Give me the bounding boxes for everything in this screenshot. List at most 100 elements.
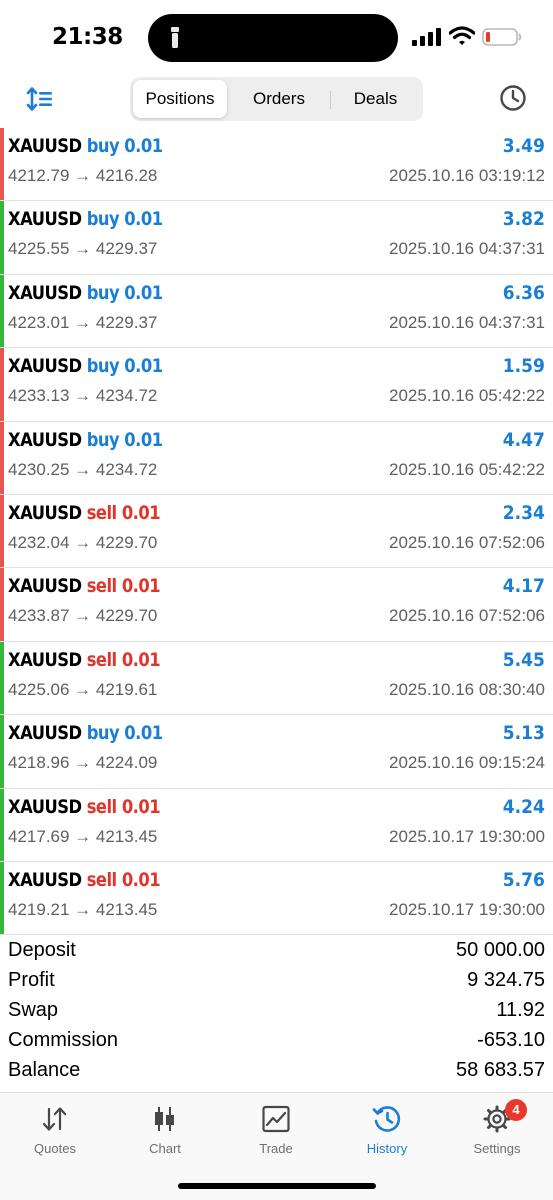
deal-row[interactable]: XAUUSD sell 0.01 4.24 4217.69 → 4213.45 202…: [0, 788, 553, 862]
dynamic-island: [148, 14, 398, 62]
deal-status-bar: [0, 201, 4, 274]
deal-volume: 0.01: [124, 722, 163, 745]
trade-chart-icon: [262, 1105, 290, 1133]
deal-time: 2025.10.17 19:30:00: [389, 899, 545, 919]
history-segmented-control: Positions Orders Deals: [130, 77, 423, 121]
deal-symbol-side: XAUUSD sell 0.01: [8, 795, 161, 818]
deal-time: 2025.10.17 19:30:00: [389, 826, 545, 846]
deal-volume: 0.01: [121, 501, 161, 524]
deal-volume: 0.01: [124, 208, 163, 231]
tab-trade-label: Trade: [259, 1141, 293, 1156]
deal-symbol-side: XAUUSD buy 0.01: [8, 722, 163, 744]
deal-status-bar: [0, 128, 4, 201]
deal-prices: 4225.06 → 4219.61: [8, 679, 158, 699]
deal-prices: 4219.21 → 4213.45: [8, 899, 158, 919]
deal-prices: 4212.79 → 4216.28: [8, 166, 158, 185]
deal-status-bar: [0, 641, 4, 715]
deal-row[interactable]: XAUUSD sell 0.01 4.17 4233.87 → 4229.70 202…: [0, 568, 553, 642]
deal-profit: 5.76: [502, 868, 545, 891]
deal-time: 2025.10.16 05:42:22: [389, 459, 545, 479]
deal-symbol-side: XAUUSD sell 0.01: [8, 648, 161, 671]
tab-quotes[interactable]: Quotes: [0, 1101, 110, 1165]
deal-profit: 4.24: [502, 795, 545, 818]
deal-side: sell: [86, 575, 117, 598]
deal-row[interactable]: XAUUSD sell 0.01 2.34 4232.04 → 4229.70 202…: [0, 494, 553, 569]
deal-profit: 4.17: [502, 575, 545, 598]
deal-prices: 4232.04 → 4229.70: [8, 532, 158, 552]
deal-symbol: XAUUSD: [8, 501, 82, 524]
deal-row[interactable]: XAUUSD buy 0.01 3.82 4225.55 → 4229.37 2025…: [0, 201, 553, 275]
summary-label: Balance: [8, 1059, 81, 1081]
status-time: 21:38: [52, 24, 123, 50]
deal-row[interactable]: XAUUSD buy 0.01 3.49 4212.79 → 4216.28 2025…: [0, 128, 553, 202]
deal-row[interactable]: XAUUSD buy 0.01 6.36 4223.01 → 4229.37 2025…: [0, 274, 553, 349]
deal-status-bar: [0, 274, 4, 348]
deal-symbol: XAUUSD: [8, 281, 82, 304]
deal-prices: 4225.55 → 4229.37: [8, 239, 158, 259]
deal-side: sell: [86, 868, 117, 891]
deal-row[interactable]: XAUUSD sell 0.01 5.76 4219.21 → 4213.45 202…: [0, 861, 553, 936]
tab-deals[interactable]: Deals: [331, 80, 420, 118]
wifi-icon: [449, 26, 475, 45]
home-indicator: [178, 1183, 376, 1189]
deal-volume: 0.01: [124, 355, 163, 378]
deal-volume: 0.01: [121, 575, 161, 598]
tab-positions[interactable]: Positions: [133, 80, 227, 118]
clock-period-icon[interactable]: [499, 84, 527, 112]
deal-profit: 2.34: [502, 501, 545, 524]
summary-value: -653.10: [477, 1029, 545, 1051]
deal-side: buy: [86, 208, 120, 231]
status-bar: 21:38: [0, 0, 553, 74]
deal-symbol-side: XAUUSD sell 0.01: [8, 501, 161, 524]
deal-side: sell: [86, 648, 117, 671]
deal-time: 2025.10.16 07:52:06: [389, 606, 545, 626]
summary-label: Commission: [8, 1029, 119, 1051]
deal-status-bar: [0, 568, 4, 641]
summary-label: Deposit: [8, 939, 76, 961]
battery-low-icon: [482, 28, 522, 46]
tab-chart[interactable]: Chart: [110, 1101, 220, 1165]
flashlight-icon: [171, 27, 179, 48]
tab-history[interactable]: History: [332, 1101, 442, 1165]
tab-settings[interactable]: 4 Settings: [442, 1099, 552, 1165]
deal-time: 2025.10.16 04:37:31: [389, 312, 545, 332]
candlestick-icon: [155, 1107, 174, 1131]
deal-time: 2025.10.16 07:52:06: [389, 532, 545, 552]
deal-symbol-side: XAUUSD buy 0.01: [8, 282, 163, 304]
deal-row[interactable]: XAUUSD buy 0.01 1.59 4233.13 → 4234.72 2025…: [0, 348, 553, 422]
deal-profit: 5.13: [502, 722, 545, 745]
deal-prices: 4230.25 → 4234.72: [8, 459, 158, 479]
deal-profit: 6.36: [502, 281, 545, 304]
deal-symbol: XAUUSD: [8, 208, 82, 231]
deal-symbol: XAUUSD: [8, 795, 82, 818]
summary-label: Profit: [8, 969, 55, 991]
deal-symbol-side: XAUUSD buy 0.01: [8, 208, 163, 230]
deal-status-bar: [0, 715, 4, 788]
deal-row[interactable]: XAUUSD sell 0.01 5.45 4225.06 → 4219.61 202…: [0, 641, 553, 716]
deal-time: 2025.10.16 05:42:22: [389, 386, 545, 406]
tab-quotes-label: Quotes: [34, 1141, 76, 1156]
settings-notification-badge: 4: [505, 1099, 527, 1121]
deal-volume: 0.01: [124, 428, 163, 451]
deal-side: buy: [86, 281, 120, 304]
deal-prices: 4233.87 → 4229.70: [8, 606, 158, 626]
deal-side: sell: [86, 795, 117, 818]
summary-value: 50 000.00: [456, 939, 545, 961]
sort-icon[interactable]: [26, 86, 54, 112]
tab-trade[interactable]: Trade: [221, 1101, 331, 1165]
summary-row: Balance 58 683.57: [0, 1056, 553, 1086]
deal-volume: 0.01: [121, 795, 161, 818]
deal-profit: 1.59: [502, 355, 545, 378]
deal-symbol: XAUUSD: [8, 648, 82, 671]
deal-row[interactable]: XAUUSD buy 0.01 5.13 4218.96 → 4224.09 2025…: [0, 715, 553, 789]
deals-list: XAUUSD buy 0.01 3.49 4212.79 → 4216.28 2025…: [0, 128, 553, 936]
deal-prices: 4223.01 → 4229.37: [8, 312, 158, 332]
tab-orders[interactable]: Orders: [227, 80, 331, 118]
deal-time: 2025.10.16 03:19:12: [389, 166, 545, 185]
deal-symbol: XAUUSD: [8, 355, 82, 378]
deal-row[interactable]: XAUUSD buy 0.01 4.47 4230.25 → 4234.72 2025…: [0, 421, 553, 495]
deal-time: 2025.10.16 08:30:40: [389, 679, 545, 699]
deal-status-bar: [0, 788, 4, 861]
deal-symbol-side: XAUUSD sell 0.01: [8, 575, 161, 598]
deal-symbol: XAUUSD: [8, 868, 82, 891]
